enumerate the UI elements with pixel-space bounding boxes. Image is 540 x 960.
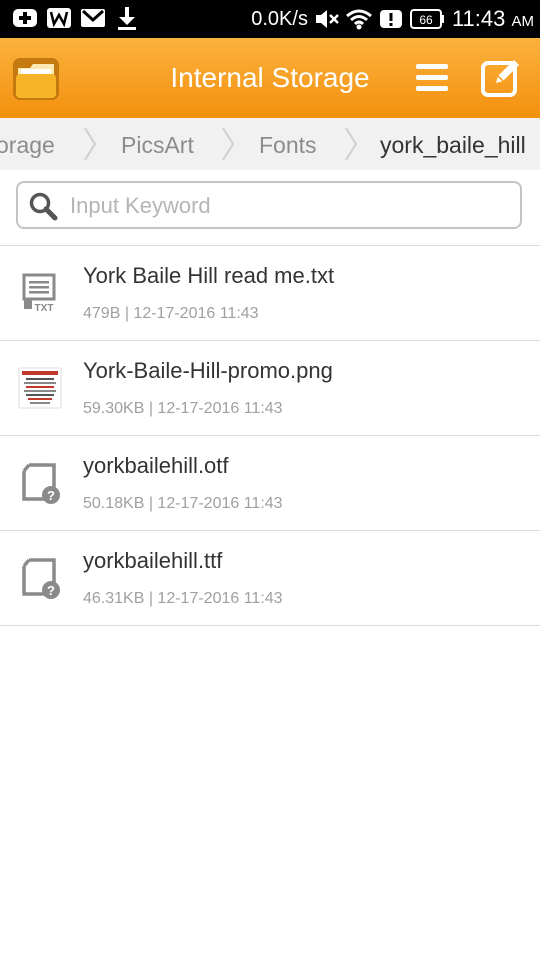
app-bar: Internal Storage (0, 38, 540, 118)
breadcrumb: orage PicsArt Fonts york_baile_hill (0, 118, 540, 170)
chevron-right-icon (345, 127, 358, 161)
mute-icon (314, 7, 340, 31)
svg-text:?: ? (47, 583, 55, 598)
breadcrumb-item-storage[interactable]: orage (0, 118, 55, 170)
gmail-icon (80, 6, 106, 30)
network-speed: 0.0K/s (251, 7, 308, 30)
chevron-right-icon (222, 127, 235, 161)
unknown-file-icon: ? (18, 556, 62, 600)
page-title: Internal Storage (170, 62, 370, 93)
file-list: TXT York Baile Hill read me.txt 479B | 1… (0, 246, 540, 626)
file-name: York-Baile-Hill-promo.png (83, 358, 333, 383)
breadcrumb-item-current[interactable]: york_baile_hill (380, 118, 526, 170)
list-item[interactable]: ? yorkbailehill.otf 50.18KB | 12-17-2016… (0, 436, 540, 531)
file-name: yorkbailehill.otf (83, 453, 229, 478)
clock-ampm: AM (511, 13, 535, 30)
clock: 11:43 AM (452, 6, 534, 32)
file-meta: 479B | 12-17-2016 11:43 (83, 305, 259, 322)
list-item[interactable]: York-Baile-Hill-promo.png 59.30KB | 12-1… (0, 341, 540, 436)
wifi-icon (345, 7, 372, 31)
w-app-icon (46, 6, 72, 30)
search-input[interactable] (68, 183, 512, 229)
file-name: York Baile Hill read me.txt (83, 263, 335, 288)
svg-text:?: ? (47, 488, 55, 503)
file-meta: 59.30KB | 12-17-2016 11:43 (83, 400, 283, 417)
list-item[interactable]: TXT York Baile Hill read me.txt 479B | 1… (0, 246, 540, 341)
battery-level: 66 (419, 13, 433, 27)
search-box[interactable] (16, 181, 522, 229)
file-meta: 50.18KB | 12-17-2016 11:43 (83, 495, 283, 512)
chevron-right-icon (84, 127, 97, 161)
file-name: yorkbailehill.ttf (83, 548, 223, 573)
add-notification-icon (12, 6, 38, 30)
unknown-file-icon: ? (18, 461, 62, 505)
file-meta: 46.31KB | 12-17-2016 11:43 (83, 590, 283, 607)
search-icon (29, 192, 58, 221)
breadcrumb-item-picsart[interactable]: PicsArt (121, 118, 194, 170)
image-thumbnail-icon (18, 366, 62, 410)
list-item[interactable]: ? yorkbailehill.ttf 46.31KB | 12-17-2016… (0, 531, 540, 626)
svg-text:TXT: TXT (35, 303, 54, 314)
status-bar: 0.0K/s 66 11:43 AM (0, 0, 540, 38)
clock-time: 11:43 (451, 6, 506, 31)
alert-icon (378, 7, 404, 31)
edit-icon[interactable] (480, 56, 522, 98)
menu-icon[interactable] (412, 58, 452, 98)
txt-file-icon: TXT (18, 271, 62, 315)
download-icon (114, 6, 140, 30)
file-manager-logo-icon[interactable] (12, 54, 60, 102)
breadcrumb-item-fonts[interactable]: Fonts (259, 118, 317, 170)
battery-icon: 66 (409, 7, 446, 31)
